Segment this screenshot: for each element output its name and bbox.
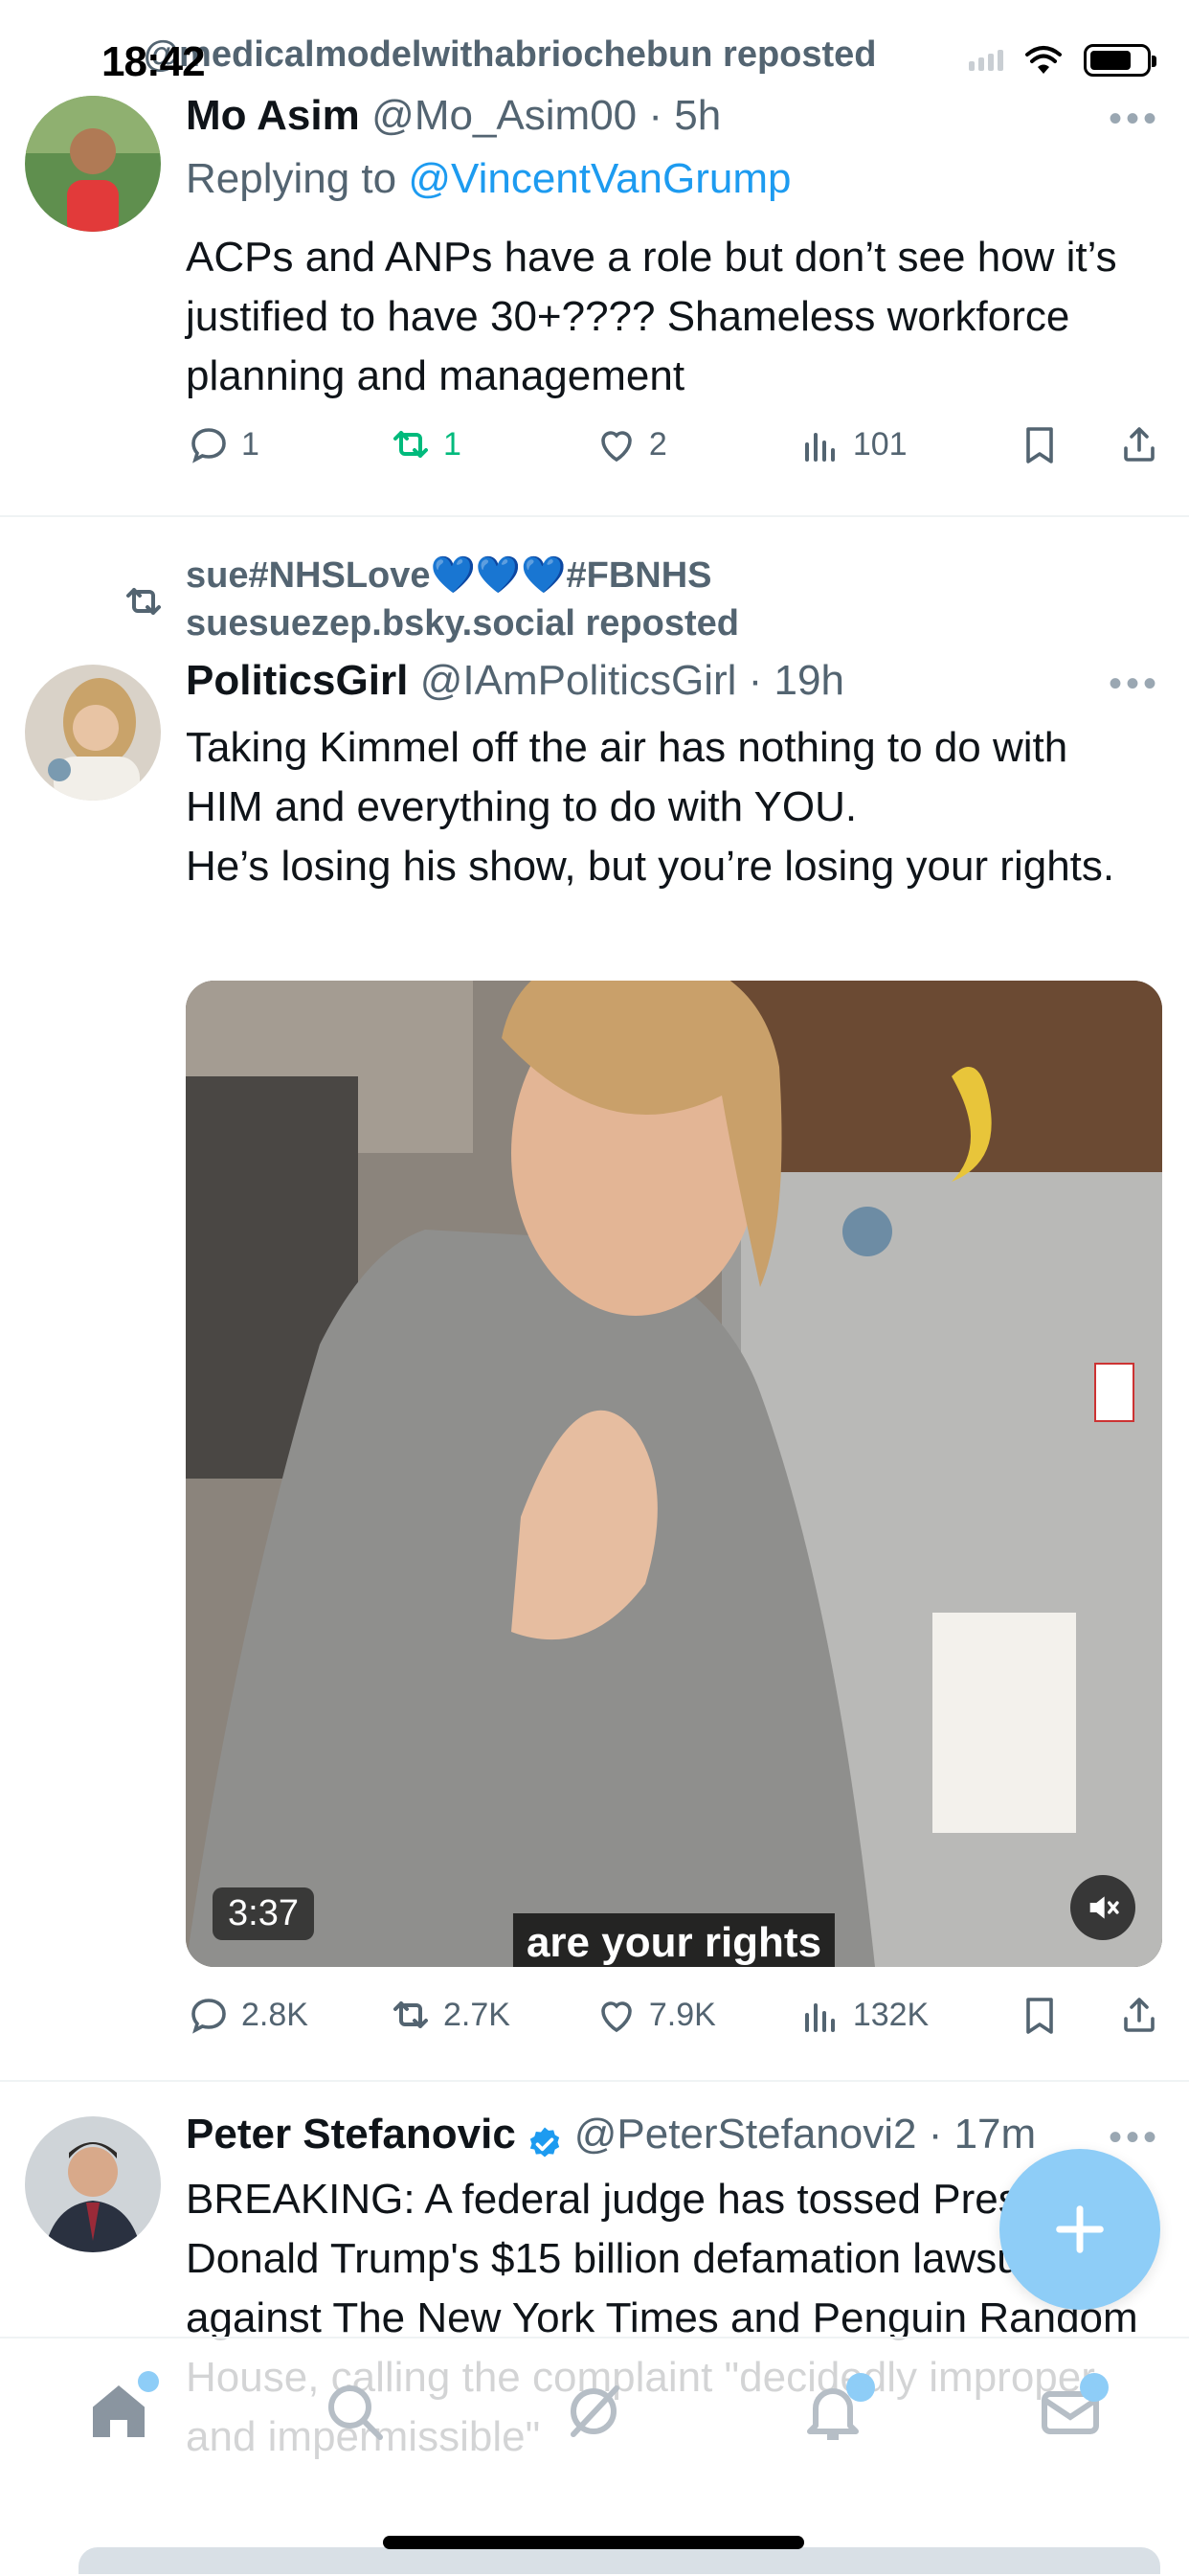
author-name[interactable]: PoliticsGirl <box>186 657 408 704</box>
divider <box>0 515 1189 517</box>
video-caption: are your rights <box>512 1913 836 1967</box>
like-button[interactable]: 7.9K <box>594 1992 797 2038</box>
reply-button[interactable]: 2.8K <box>186 1992 388 2038</box>
reply-button[interactable]: 1 <box>186 421 388 467</box>
more-icon[interactable]: ••• <box>1109 663 1160 706</box>
replying-prefix: Replying to <box>186 155 409 202</box>
views-icon <box>804 433 835 462</box>
share-button[interactable] <box>1116 1992 1162 2038</box>
like-button[interactable]: 2 <box>594 421 797 467</box>
repost-count: 1 <box>442 425 461 463</box>
share-button[interactable] <box>1116 421 1162 467</box>
views-icon <box>804 2003 835 2032</box>
messages-tab[interactable] <box>1036 2373 1109 2446</box>
views-button[interactable]: 101 <box>797 421 1017 467</box>
signal-icon <box>969 50 1003 71</box>
repost-line-2: suesuezep.bsky.social reposted <box>186 603 739 644</box>
tweet-text: ACPs and ANPs have a role but don’t see … <box>186 234 1117 399</box>
like-count: 7.9K <box>648 1996 716 2033</box>
author-handle[interactable]: @PeterStefanovi2 · 17m <box>574 2111 1036 2158</box>
bookmark-button[interactable] <box>1017 421 1117 467</box>
tweet-actions: 2.8K 2.7K 7.9K 132K <box>186 1992 1162 2038</box>
share-icon <box>1124 427 1155 462</box>
avatar[interactable] <box>25 96 161 232</box>
replying-to-link[interactable]: @VincentVanGrump <box>408 155 791 202</box>
tweet-text: Taking Kimmel off the air has nothing to… <box>186 724 1115 890</box>
bookmark-icon <box>1025 1998 1053 2034</box>
more-icon[interactable]: ••• <box>1109 2116 1160 2159</box>
bookmark-icon <box>1025 427 1053 463</box>
more-icon[interactable]: ••• <box>1109 98 1160 141</box>
share-icon <box>1124 1998 1155 2032</box>
mute-button[interactable] <box>1070 1875 1135 1940</box>
reply-count: 1 <box>241 425 259 463</box>
muted-speaker-icon <box>1089 1896 1119 1919</box>
author-handle[interactable]: @IAmPoliticsGirl · 19h <box>420 657 844 704</box>
tweet-actions: 1 1 2 101 <box>186 421 1162 467</box>
views-button[interactable]: 132K <box>797 1992 1017 2038</box>
home-indicator <box>383 2536 804 2549</box>
reply-count: 2.8K <box>241 1996 308 2033</box>
status-icons <box>969 44 1156 77</box>
repost-icon <box>393 2001 428 2028</box>
grok-tab[interactable] <box>559 2377 628 2446</box>
compose-icon <box>1056 2205 1104 2253</box>
repost-line-1: sue#NHSLove💙💙💙#FBNHS <box>186 555 712 596</box>
bookmark-button[interactable] <box>1017 1992 1117 2038</box>
compose-button[interactable] <box>999 2149 1160 2310</box>
avatar[interactable] <box>25 2116 161 2252</box>
top-repost-indicator: @medicalmodelwithabriochebun reposted <box>144 34 877 76</box>
wifi-icon <box>1025 46 1062 74</box>
tweet-mo-asim[interactable]: Mo Asim @Mo_Asim00 · 5h ••• Replying to … <box>0 92 1189 513</box>
author-name[interactable]: Mo Asim <box>186 92 360 139</box>
author-handle[interactable]: @Mo_Asim00 · 5h <box>371 92 721 139</box>
divider <box>0 2080 1189 2082</box>
video-player[interactable]: 3:37 are your rights <box>186 981 1162 1967</box>
view-count: 132K <box>852 1996 930 2033</box>
verified-badge-icon <box>530 2127 560 2158</box>
video-frame <box>186 981 1162 1967</box>
reply-icon <box>191 428 226 463</box>
repost-button[interactable]: 2.7K <box>388 1992 594 2038</box>
search-tab[interactable] <box>320 2377 389 2446</box>
next-media-peek <box>79 2547 1160 2574</box>
notifications-tab[interactable] <box>798 2373 875 2446</box>
like-icon <box>601 2001 632 2033</box>
battery-icon <box>1084 44 1156 77</box>
repost-indicator[interactable]: sue#NHSLove💙💙💙#FBNHS suesuezep.bsky.soci… <box>186 552 739 647</box>
view-count: 101 <box>852 425 908 463</box>
author-name[interactable]: Peter Stefanovic <box>186 2111 516 2158</box>
status-time: 18:42 <box>101 38 206 85</box>
replying-to: Replying to @VincentVanGrump <box>186 155 791 203</box>
home-tab[interactable] <box>84 2371 159 2446</box>
avatar[interactable] <box>25 665 161 801</box>
grok-icon <box>571 2385 619 2437</box>
top-repost-text: @medicalmodelwithabriochebun reposted <box>144 34 877 75</box>
like-count: 2 <box>648 425 667 463</box>
repost-button[interactable]: 1 <box>388 421 594 467</box>
reply-icon <box>191 1999 226 2034</box>
video-duration: 3:37 <box>213 1887 314 1940</box>
repost-count: 2.7K <box>442 1996 510 2033</box>
search-icon <box>328 2385 383 2440</box>
like-icon <box>601 431 632 463</box>
repost-indicator-icon <box>126 588 161 615</box>
repost-icon <box>393 431 428 458</box>
